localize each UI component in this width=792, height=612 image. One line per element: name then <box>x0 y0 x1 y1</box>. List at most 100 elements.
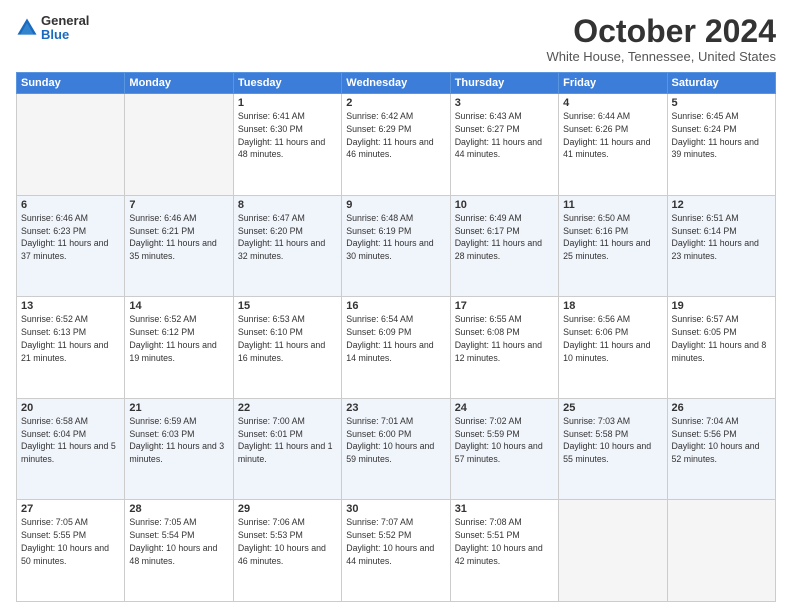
day-number: 26 <box>672 402 771 414</box>
day-info: Sunrise: 6:56 AMSunset: 6:06 PMDaylight:… <box>563 313 662 364</box>
day-info: Sunrise: 6:49 AMSunset: 6:17 PMDaylight:… <box>455 212 554 263</box>
day-number: 21 <box>129 402 228 414</box>
calendar-cell <box>17 94 125 196</box>
day-info: Sunrise: 6:53 AMSunset: 6:10 PMDaylight:… <box>238 313 337 364</box>
day-info: Sunrise: 6:45 AMSunset: 6:24 PMDaylight:… <box>672 110 771 161</box>
calendar-cell: 22Sunrise: 7:00 AMSunset: 6:01 PMDayligh… <box>233 398 341 500</box>
header: General Blue October 2024 White House, T… <box>16 14 776 64</box>
calendar-cell: 21Sunrise: 6:59 AMSunset: 6:03 PMDayligh… <box>125 398 233 500</box>
day-number: 4 <box>563 97 662 109</box>
day-number: 15 <box>238 300 337 312</box>
calendar-cell: 17Sunrise: 6:55 AMSunset: 6:08 PMDayligh… <box>450 297 558 399</box>
day-info: Sunrise: 7:02 AMSunset: 5:59 PMDaylight:… <box>455 415 554 466</box>
calendar-cell: 18Sunrise: 6:56 AMSunset: 6:06 PMDayligh… <box>559 297 667 399</box>
title-block: October 2024 White House, Tennessee, Uni… <box>546 14 776 64</box>
day-info: Sunrise: 6:55 AMSunset: 6:08 PMDaylight:… <box>455 313 554 364</box>
day-info: Sunrise: 6:54 AMSunset: 6:09 PMDaylight:… <box>346 313 445 364</box>
day-number: 18 <box>563 300 662 312</box>
day-info: Sunrise: 7:04 AMSunset: 5:56 PMDaylight:… <box>672 415 771 466</box>
day-info: Sunrise: 6:46 AMSunset: 6:23 PMDaylight:… <box>21 212 120 263</box>
day-info: Sunrise: 7:07 AMSunset: 5:52 PMDaylight:… <box>346 516 445 567</box>
calendar-cell <box>125 94 233 196</box>
calendar-cell: 8Sunrise: 6:47 AMSunset: 6:20 PMDaylight… <box>233 195 341 297</box>
day-number: 28 <box>129 503 228 515</box>
calendar-week-row: 27Sunrise: 7:05 AMSunset: 5:55 PMDayligh… <box>17 500 776 602</box>
day-info: Sunrise: 6:52 AMSunset: 6:12 PMDaylight:… <box>129 313 228 364</box>
location: White House, Tennessee, United States <box>546 49 776 64</box>
day-number: 19 <box>672 300 771 312</box>
calendar-week-row: 20Sunrise: 6:58 AMSunset: 6:04 PMDayligh… <box>17 398 776 500</box>
calendar-cell: 28Sunrise: 7:05 AMSunset: 5:54 PMDayligh… <box>125 500 233 602</box>
calendar-cell: 7Sunrise: 6:46 AMSunset: 6:21 PMDaylight… <box>125 195 233 297</box>
day-info: Sunrise: 6:51 AMSunset: 6:14 PMDaylight:… <box>672 212 771 263</box>
calendar-cell: 4Sunrise: 6:44 AMSunset: 6:26 PMDaylight… <box>559 94 667 196</box>
day-info: Sunrise: 6:59 AMSunset: 6:03 PMDaylight:… <box>129 415 228 466</box>
day-info: Sunrise: 6:46 AMSunset: 6:21 PMDaylight:… <box>129 212 228 263</box>
day-number: 9 <box>346 199 445 211</box>
day-number: 8 <box>238 199 337 211</box>
calendar-cell: 9Sunrise: 6:48 AMSunset: 6:19 PMDaylight… <box>342 195 450 297</box>
calendar-cell: 24Sunrise: 7:02 AMSunset: 5:59 PMDayligh… <box>450 398 558 500</box>
day-number: 29 <box>238 503 337 515</box>
calendar-cell: 26Sunrise: 7:04 AMSunset: 5:56 PMDayligh… <box>667 398 775 500</box>
day-number: 12 <box>672 199 771 211</box>
calendar-cell: 25Sunrise: 7:03 AMSunset: 5:58 PMDayligh… <box>559 398 667 500</box>
calendar-cell: 6Sunrise: 6:46 AMSunset: 6:23 PMDaylight… <box>17 195 125 297</box>
calendar-table: SundayMondayTuesdayWednesdayThursdayFrid… <box>16 72 776 602</box>
day-number: 31 <box>455 503 554 515</box>
day-number: 22 <box>238 402 337 414</box>
calendar-cell: 3Sunrise: 6:43 AMSunset: 6:27 PMDaylight… <box>450 94 558 196</box>
day-number: 5 <box>672 97 771 109</box>
day-number: 24 <box>455 402 554 414</box>
day-info: Sunrise: 7:05 AMSunset: 5:54 PMDaylight:… <box>129 516 228 567</box>
calendar-header-sunday: Sunday <box>17 73 125 94</box>
calendar-cell: 14Sunrise: 6:52 AMSunset: 6:12 PMDayligh… <box>125 297 233 399</box>
day-number: 14 <box>129 300 228 312</box>
calendar-header-tuesday: Tuesday <box>233 73 341 94</box>
day-info: Sunrise: 6:50 AMSunset: 6:16 PMDaylight:… <box>563 212 662 263</box>
calendar-week-row: 1Sunrise: 6:41 AMSunset: 6:30 PMDaylight… <box>17 94 776 196</box>
day-info: Sunrise: 6:57 AMSunset: 6:05 PMDaylight:… <box>672 313 771 364</box>
day-number: 30 <box>346 503 445 515</box>
day-info: Sunrise: 6:43 AMSunset: 6:27 PMDaylight:… <box>455 110 554 161</box>
calendar-cell: 5Sunrise: 6:45 AMSunset: 6:24 PMDaylight… <box>667 94 775 196</box>
day-number: 3 <box>455 97 554 109</box>
calendar-cell <box>559 500 667 602</box>
calendar-cell <box>667 500 775 602</box>
calendar-cell: 20Sunrise: 6:58 AMSunset: 6:04 PMDayligh… <box>17 398 125 500</box>
calendar-header-thursday: Thursday <box>450 73 558 94</box>
day-number: 11 <box>563 199 662 211</box>
logo: General Blue <box>16 14 89 43</box>
calendar-cell: 19Sunrise: 6:57 AMSunset: 6:05 PMDayligh… <box>667 297 775 399</box>
calendar-cell: 30Sunrise: 7:07 AMSunset: 5:52 PMDayligh… <box>342 500 450 602</box>
calendar-header-saturday: Saturday <box>667 73 775 94</box>
day-info: Sunrise: 6:41 AMSunset: 6:30 PMDaylight:… <box>238 110 337 161</box>
day-info: Sunrise: 7:08 AMSunset: 5:51 PMDaylight:… <box>455 516 554 567</box>
day-info: Sunrise: 6:42 AMSunset: 6:29 PMDaylight:… <box>346 110 445 161</box>
logo-icon <box>16 17 38 39</box>
calendar-header-wednesday: Wednesday <box>342 73 450 94</box>
page: General Blue October 2024 White House, T… <box>0 0 792 612</box>
calendar-header-friday: Friday <box>559 73 667 94</box>
day-number: 20 <box>21 402 120 414</box>
logo-text: General Blue <box>41 14 89 43</box>
calendar-week-row: 13Sunrise: 6:52 AMSunset: 6:13 PMDayligh… <box>17 297 776 399</box>
month-title: October 2024 <box>546 14 776 49</box>
day-info: Sunrise: 7:00 AMSunset: 6:01 PMDaylight:… <box>238 415 337 466</box>
calendar-cell: 29Sunrise: 7:06 AMSunset: 5:53 PMDayligh… <box>233 500 341 602</box>
day-number: 13 <box>21 300 120 312</box>
day-number: 2 <box>346 97 445 109</box>
logo-blue: Blue <box>41 28 89 42</box>
day-info: Sunrise: 6:52 AMSunset: 6:13 PMDaylight:… <box>21 313 120 364</box>
calendar-header-monday: Monday <box>125 73 233 94</box>
day-info: Sunrise: 6:58 AMSunset: 6:04 PMDaylight:… <box>21 415 120 466</box>
day-number: 1 <box>238 97 337 109</box>
day-info: Sunrise: 7:06 AMSunset: 5:53 PMDaylight:… <box>238 516 337 567</box>
calendar-cell: 15Sunrise: 6:53 AMSunset: 6:10 PMDayligh… <box>233 297 341 399</box>
calendar-cell: 10Sunrise: 6:49 AMSunset: 6:17 PMDayligh… <box>450 195 558 297</box>
calendar-header-row: SundayMondayTuesdayWednesdayThursdayFrid… <box>17 73 776 94</box>
logo-general: General <box>41 14 89 28</box>
calendar-cell: 2Sunrise: 6:42 AMSunset: 6:29 PMDaylight… <box>342 94 450 196</box>
day-number: 27 <box>21 503 120 515</box>
day-number: 23 <box>346 402 445 414</box>
